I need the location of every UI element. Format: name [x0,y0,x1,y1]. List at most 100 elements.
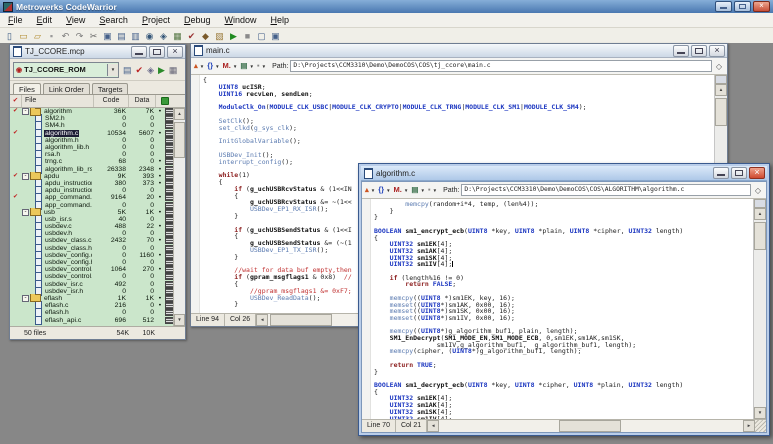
run-icon[interactable]: ▶ [158,64,165,76]
delete-icon[interactable]: ▥ [129,30,142,43]
menu-debug[interactable]: Debug [177,15,218,25]
split-pane-icon[interactable]: ◇ [716,62,722,71]
file-state-icon[interactable]: ▤ [240,62,247,70]
lock-icon[interactable]: ▪ [257,62,260,70]
column-touch[interactable] [156,95,174,107]
debug-icon[interactable]: ◈ [147,64,154,76]
algorithm-split-handle[interactable] [754,199,766,208]
algorithm-scroll-right-button[interactable] [743,420,755,432]
main-hscrollbar-thumb[interactable] [270,314,332,326]
algorithm-scroll-down-button[interactable] [754,407,766,419]
markers-popup-icon[interactable]: M. [394,186,402,194]
algorithm-scroll-left-button[interactable] [427,420,439,432]
target-dropdown-button[interactable]: ▼ [107,64,118,76]
project-scroll-down-button[interactable] [174,314,185,326]
main-breakpoint-gutter[interactable] [191,75,200,313]
main-path-field[interactable]: D:\Projects\CCM3310\Demo\DemoCOS\COS\tj_… [290,60,711,72]
project-scrollbar-thumb[interactable] [174,122,185,158]
dropdown-arrow-icon[interactable]: ▼ [420,188,424,193]
tab-link-order[interactable]: Link Order [43,83,90,94]
open-folder-icon[interactable]: ▭ [17,30,30,43]
braces-popup-icon[interactable]: {} [378,186,384,194]
algorithm-close-button[interactable] [749,167,765,179]
redo-icon[interactable]: ↷ [73,30,86,43]
tree-column-header[interactable]: ✔ File Code Data [10,95,185,108]
project-scrollbar[interactable] [173,108,185,326]
menu-edit[interactable]: Edit [30,15,60,25]
algorithm-horizontal-scrollbar[interactable] [427,420,755,432]
cut-icon[interactable]: ✂ [87,30,100,43]
tab-files[interactable]: Files [13,83,41,94]
algorithm-breakpoint-gutter[interactable] [362,199,371,419]
project-settings-icon[interactable]: ▦ [169,64,178,76]
stop-icon[interactable]: ■ [241,30,254,43]
check-syntax-icon[interactable]: ✔ [136,64,144,76]
app-close-button[interactable] [753,1,770,12]
menu-project[interactable]: Project [135,15,177,25]
column-data[interactable]: Data [129,95,156,107]
app-minimize-button[interactable] [715,1,732,12]
dropdown-arrow-icon[interactable]: ▼ [200,64,204,69]
main-split-handle[interactable] [715,75,727,84]
save-icon[interactable]: ▪ [45,30,58,43]
find-next-icon[interactable]: ◈ [157,30,170,43]
tab-targets[interactable]: Targets [92,83,129,94]
main-maximize-button[interactable] [691,45,707,57]
main-scroll-left-button[interactable] [256,314,268,326]
source-flame-icon[interactable]: ▴ [365,186,369,194]
run-icon[interactable]: ▶ [227,30,240,43]
tree-row[interactable]: -usb5K1K• [10,209,185,216]
dropdown-arrow-icon[interactable]: ▼ [433,188,437,193]
menu-view[interactable]: View [59,15,92,25]
tree-row[interactable]: ✔-apdu9K393• [10,173,185,180]
main-line-indicator[interactable]: Line 94 [191,314,225,326]
file-state-icon[interactable]: ▤ [411,186,418,194]
open-file-icon[interactable]: ▱ [31,30,44,43]
tree-row[interactable]: -eflash1K1K• [10,295,185,302]
project-window-titlebar[interactable]: TJ_CCORE.mcp [10,45,185,59]
project-close-button[interactable] [167,46,183,58]
tree-row[interactable]: ✔-algorithm36K7K• [10,108,185,115]
dropdown-arrow-icon[interactable]: ▼ [215,64,219,69]
main-titlebar[interactable]: main.c [191,44,727,58]
dropdown-arrow-icon[interactable]: ▼ [233,64,237,69]
find-icon[interactable]: ◉ [143,30,156,43]
add-to-project-icon[interactable]: ▦ [171,30,184,43]
algorithm-code-area[interactable]: memcpy(random+i*4, temp, (len%4)); }} BO… [371,199,753,419]
doc2-icon[interactable]: ▣ [269,30,282,43]
editor-window-algorithm[interactable]: algorithm.c ▴▼{}▼M.▼▤▼▪▼ Path: D:\Projec… [358,163,770,436]
dropdown-arrow-icon[interactable]: ▼ [386,188,390,193]
doc1-icon[interactable]: ▢ [255,30,268,43]
dropdown-arrow-icon[interactable]: ▼ [371,188,375,193]
touched-column-marker-icon[interactable]: ✔ [10,95,22,107]
main-scrollbar-thumb[interactable] [715,98,727,126]
algorithm-maximize-button[interactable] [731,167,747,179]
column-file[interactable]: File [22,95,94,107]
app-maximize-button[interactable] [734,1,751,12]
copy-icon[interactable]: ▣ [101,30,114,43]
split-pane-icon[interactable]: ◇ [755,186,761,195]
menu-search[interactable]: Search [92,15,135,25]
lock-icon[interactable]: ▪ [428,186,431,194]
target-selector[interactable]: ◉ TJ_CCORE_ROM ▼ [13,62,119,78]
dropdown-arrow-icon[interactable]: ▼ [404,188,408,193]
dropdown-arrow-icon[interactable]: ▼ [249,64,253,69]
project-scroll-up-button[interactable] [174,108,185,120]
dropdown-arrow-icon[interactable]: ▼ [262,64,266,69]
menu-help[interactable]: Help [264,15,297,25]
algorithm-resize-grip[interactable] [755,420,766,432]
algorithm-minimize-button[interactable] [713,167,729,179]
main-col-indicator[interactable]: Col 26 [225,314,256,326]
algorithm-hscrollbar-thumb[interactable] [559,420,621,432]
main-scroll-up-button[interactable] [715,84,727,96]
markers-popup-icon[interactable]: M. [223,62,231,70]
project-window[interactable]: TJ_CCORE.mcp ◉ TJ_CCORE_ROM ▼ ▤✔◈▶▦ File… [9,44,186,340]
algorithm-vertical-scrollbar[interactable] [753,199,766,419]
algorithm-path-field[interactable]: D:\Projects\CCM3310\Demo\DemoCOS\COS\ALG… [461,184,750,196]
project-minimize-button[interactable] [131,46,147,58]
new-file-icon[interactable]: ▯ [3,30,16,43]
column-code[interactable]: Code [94,95,129,107]
project-maximize-button[interactable] [149,46,165,58]
algorithm-scrollbar-thumb[interactable] [754,222,766,250]
tree-row[interactable]: eflash_api.c696512 [10,316,185,323]
